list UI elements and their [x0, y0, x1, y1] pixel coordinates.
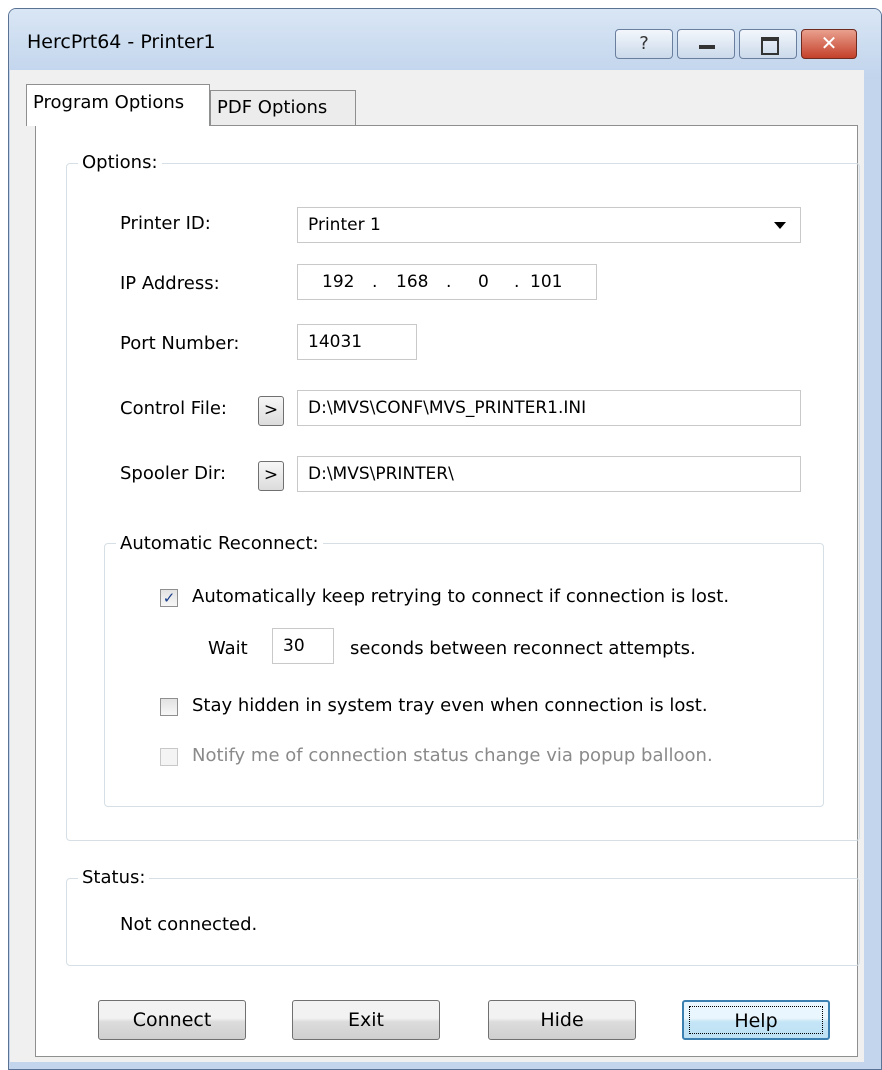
maximize-button[interactable] [739, 29, 797, 59]
hide-button[interactable]: Hide [488, 1000, 636, 1040]
ip-address-label: IP Address: [120, 273, 220, 294]
ip-octet-4[interactable]: 101 [530, 265, 562, 299]
notify-label: Notify me of connection status change vi… [192, 745, 713, 766]
checkmark-icon: ✓ [162, 589, 176, 607]
spooler-dir-label: Spooler Dir: [120, 463, 227, 484]
ip-separator-1: . [372, 272, 378, 292]
auto-retry-checkbox[interactable]: ✓ [160, 589, 178, 607]
printer-id-value: Printer 1 [308, 215, 381, 235]
close-button[interactable]: ✕ [801, 29, 857, 59]
focus-ring [689, 1006, 823, 1034]
printer-id-label: Printer ID: [120, 213, 211, 234]
minimize-button[interactable] [677, 29, 735, 59]
port-number-input[interactable]: 14031 [297, 324, 417, 360]
stay-hidden-option[interactable]: Stay hidden in system tray even when con… [160, 695, 800, 721]
tab-program-options[interactable]: Program Options [26, 84, 210, 126]
ip-separator-2: . [446, 272, 452, 292]
stay-hidden-checkbox[interactable] [160, 698, 178, 716]
notify-checkbox [160, 748, 178, 766]
wait-seconds-input[interactable]: 30 [272, 628, 334, 664]
minimize-icon [699, 45, 715, 49]
ip-octet-3[interactable]: 0 [478, 265, 489, 299]
ip-octet-2[interactable]: 168 [396, 265, 428, 299]
ip-octet-1[interactable]: 192 [322, 265, 354, 299]
notify-option: Notify me of connection status change vi… [160, 745, 800, 771]
close-icon: ✕ [820, 31, 838, 55]
spooler-dir-input[interactable]: D:\MVS\PRINTER\ [297, 456, 801, 492]
port-number-label: Port Number: [120, 333, 240, 354]
status-legend: Status: [78, 867, 150, 888]
automatic-reconnect-legend: Automatic Reconnect: [116, 533, 323, 554]
window-title: HercPrt64 - Printer1 [27, 31, 216, 53]
tab-pdf-options[interactable]: PDF Options [210, 90, 356, 126]
stay-hidden-label: Stay hidden in system tray even when con… [192, 695, 708, 716]
connect-button[interactable]: Connect [98, 1000, 246, 1040]
options-legend: Options: [78, 152, 162, 173]
control-file-label: Control File: [120, 398, 227, 419]
spooler-dir-browse-button[interactable]: > [258, 461, 284, 491]
chevron-down-icon[interactable] [774, 222, 786, 229]
ip-address-input[interactable]: 192 . 168 . 0 . 101 [297, 264, 597, 300]
auto-retry-option[interactable]: ✓ Automatically keep retrying to connect… [160, 586, 800, 612]
printer-id-dropdown[interactable]: Printer 1 [297, 207, 801, 243]
help-button[interactable]: Help [682, 1000, 830, 1040]
control-file-browse-button[interactable]: > [258, 396, 284, 426]
exit-button[interactable]: Exit [292, 1000, 440, 1040]
control-file-input[interactable]: D:\MVS\CONF\MVS_PRINTER1.INI [297, 390, 801, 426]
wait-label: Wait [208, 638, 248, 659]
title-bar[interactable]: HercPrt64 - Printer1 ? ✕ [9, 9, 881, 79]
wait-suffix-label: seconds between reconnect attempts. [350, 638, 696, 659]
status-text: Not connected. [120, 914, 258, 935]
question-mark-icon: ? [639, 33, 649, 54]
help-icon-button[interactable]: ? [615, 29, 673, 59]
maximize-icon [761, 37, 779, 55]
auto-retry-label: Automatically keep retrying to connect i… [192, 586, 730, 607]
ip-separator-3: . [514, 272, 520, 292]
